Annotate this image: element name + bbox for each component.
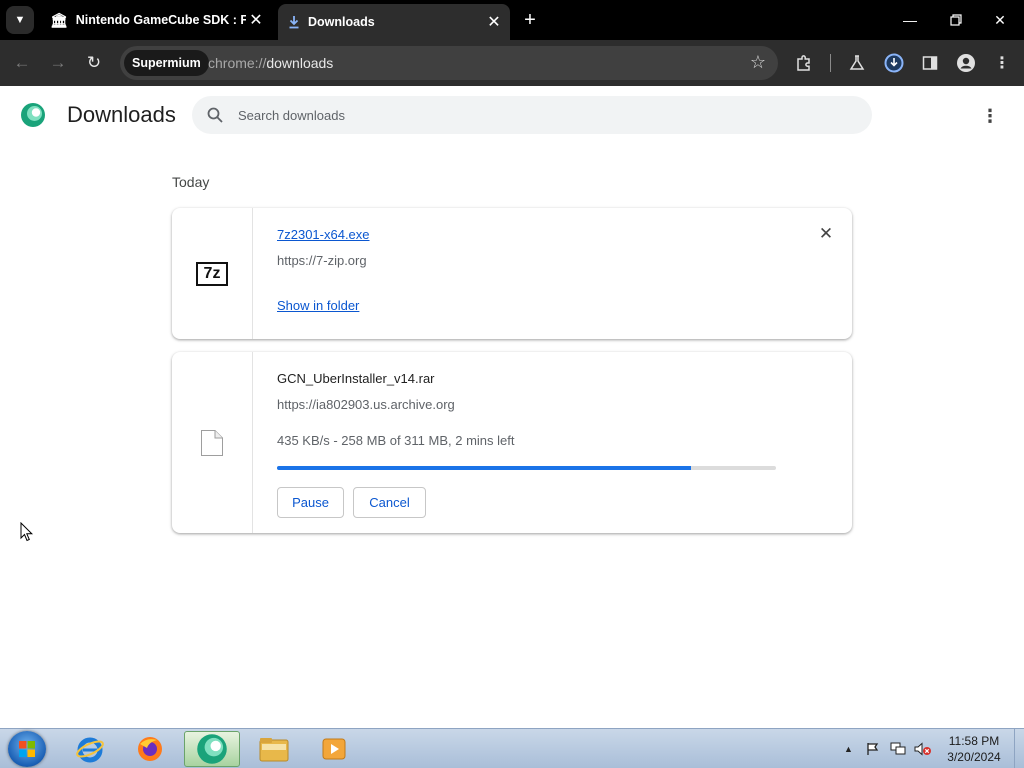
toolbar: ← → ↻ Supermium chrome:// downloads ☆ ⋮: [0, 40, 1024, 86]
menu-button[interactable]: ⋮: [988, 49, 1016, 77]
speaker-muted-icon: [914, 742, 931, 756]
download-item-gcn: GCN_UberInstaller_v14.rar https://ia8029…: [172, 352, 852, 533]
download-progress-icon: [884, 53, 904, 73]
puzzle-icon: [797, 55, 810, 71]
download-status: 435 KB/s - 258 MB of 311 MB, 2 mins left: [277, 433, 515, 448]
search-icon: [207, 107, 223, 123]
profile-button[interactable]: [952, 49, 980, 77]
start-button[interactable]: [8, 731, 46, 767]
internet-explorer-icon: [76, 737, 104, 763]
chevron-down-icon: ▼: [14, 14, 26, 26]
download-icon: [289, 16, 299, 29]
taskbar-internet-explorer[interactable]: [62, 731, 118, 767]
close-icon: ✕: [818, 224, 834, 243]
flag-icon: [867, 743, 879, 755]
forward-button[interactable]: →: [44, 49, 72, 77]
minimize-button[interactable]: —: [888, 0, 932, 40]
date-section-label: Today: [172, 174, 210, 190]
file-source-url: https://7-zip.org: [277, 253, 367, 268]
folder-icon: [259, 738, 289, 762]
file-icon-column: 7z: [172, 208, 253, 339]
tab-title: Nintendo GameCube SDK : Free: [75, 13, 246, 27]
file-name-link[interactable]: 7z2301-x64.exe: [277, 227, 370, 242]
url-path: downloads: [266, 55, 334, 71]
site-info-chip[interactable]: Supermium: [124, 50, 209, 76]
back-button[interactable]: ←: [8, 49, 36, 77]
cancel-button[interactable]: Cancel: [353, 487, 426, 518]
page-title: Downloads: [67, 102, 176, 127]
more-actions-button[interactable]: ⋮: [978, 104, 1002, 128]
clock-time: 11:58 PM: [948, 734, 1000, 748]
downloads-toolbar-button[interactable]: [880, 49, 908, 77]
side-panel-icon: [922, 56, 938, 70]
show-in-folder-link[interactable]: Show in folder: [277, 298, 359, 313]
chevron-up-icon: ▲: [844, 744, 853, 754]
file-name: GCN_UberInstaller_v14.rar: [277, 371, 435, 386]
arrow-left-icon: ←: [13, 53, 31, 72]
tab-strip: ▼ 🏛 Nintendo GameCube SDK : Free ✕ Downl…: [0, 0, 1024, 40]
volume-muted-icon[interactable]: [914, 729, 932, 768]
download-progress-fill: [277, 466, 692, 470]
show-hidden-icons-button[interactable]: ▲: [844, 729, 853, 768]
url-scheme: chrome://: [208, 55, 267, 71]
search-input[interactable]: [238, 96, 838, 134]
flask-icon: [849, 55, 865, 70]
generic-file-icon: [201, 429, 223, 456]
reload-icon: ↻: [86, 53, 102, 72]
tab-close-button[interactable]: ✕: [484, 12, 504, 32]
more-vertical-icon: ⋮: [994, 55, 1010, 72]
windows-logo-icon: [19, 741, 35, 757]
side-panel-button[interactable]: [916, 49, 944, 77]
network-icon-graphic: [890, 742, 906, 755]
arrow-right-icon: →: [49, 53, 67, 72]
search-bar[interactable]: [192, 96, 872, 134]
7zip-file-icon: 7z: [196, 261, 228, 286]
taskbar-clock[interactable]: 11:58 PM 3/20/2024: [936, 733, 1012, 765]
tab-downloads[interactable]: Downloads ✕: [278, 4, 510, 40]
taskbar-file-explorer[interactable]: [246, 731, 302, 767]
avatar-icon: [957, 54, 975, 72]
toolbar-separator: [830, 54, 831, 72]
extensions-button[interactable]: [790, 49, 818, 77]
download-progress-bar: [277, 466, 776, 470]
taskbar: ▲ 11:58 PM 3/20/2024: [0, 728, 1024, 768]
tab-search-button[interactable]: ▼: [6, 6, 34, 34]
download-item-7zip: 7z 7z2301-x64.exe https://7-zip.org Show…: [172, 208, 852, 339]
file-source-url: https://ia802903.us.archive.org: [277, 397, 455, 412]
close-window-button[interactable]: ✕: [978, 0, 1022, 40]
bookmark-star-icon[interactable]: ☆: [750, 52, 766, 73]
file-icon-column: [172, 352, 253, 533]
taskbar-supermium[interactable]: [184, 731, 240, 767]
firefox-icon: [138, 737, 162, 761]
omnibox[interactable]: Supermium chrome:// downloads ☆: [120, 46, 778, 80]
url-text[interactable]: chrome:// downloads: [208, 46, 333, 80]
media-player-icon: [322, 738, 346, 760]
downloads-logo-icon: [21, 103, 45, 127]
restore-icon: [950, 14, 962, 26]
supermium-icon: [197, 734, 227, 764]
labs-button[interactable]: [843, 49, 871, 77]
remove-download-button[interactable]: ✕: [816, 224, 836, 244]
museum-icon: 🏛: [50, 11, 68, 28]
pause-button[interactable]: Pause: [277, 487, 344, 518]
clock-date: 3/20/2024: [947, 750, 1001, 764]
mouse-cursor-icon: [20, 522, 34, 542]
network-icon[interactable]: [890, 729, 906, 768]
tab-title: Downloads: [308, 15, 375, 29]
action-center-icon[interactable]: [866, 729, 880, 768]
tab-gamecube-sdk[interactable]: 🏛 Nintendo GameCube SDK : Free ✕: [40, 0, 272, 40]
taskbar-firefox[interactable]: [122, 731, 178, 767]
reload-button[interactable]: ↻: [80, 49, 108, 77]
restore-button[interactable]: [934, 0, 978, 40]
taskbar-media-player[interactable]: [306, 731, 362, 767]
show-desktop-button[interactable]: [1014, 729, 1024, 768]
tab-close-button[interactable]: ✕: [246, 10, 266, 30]
new-tab-button[interactable]: +: [518, 8, 542, 32]
